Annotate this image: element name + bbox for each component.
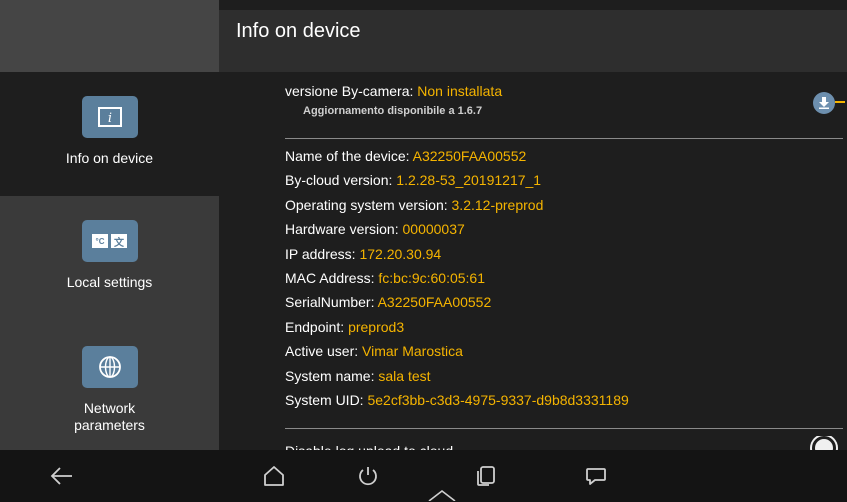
info-value: A32250FAA00552 [377,294,492,311]
info-label: By-cloud version: [285,172,397,189]
divider [285,428,843,429]
app-window: i Info on device °C 文 Local settings Net… [0,0,847,502]
info-label: System name: [285,367,379,384]
power-icon[interactable] [346,450,390,502]
navigation-bar [0,450,847,502]
page-title: Info on device [236,20,361,42]
info-row-active-user: Active user: Vimar Marostica [285,341,629,365]
info-row-device-name: Name of the device: A32250FAA00552 [285,146,629,170]
recents-icon[interactable] [464,450,508,502]
info-row-hardware-version: Hardware version: 00000037 [285,219,629,243]
download-accent [835,101,845,103]
info-row-mac-address: MAC Address: fc:bc:9c:60:05:61 [285,268,629,292]
sidebar-item-info-on-device[interactable]: i Info on device [0,72,219,196]
device-info-list: Name of the device: A32250FAA00552 By-cl… [285,146,629,414]
info-label: Endpoint: [285,318,349,335]
info-row-system-uid: System UID: 5e2cf3bb-c3d3-4975-9337-d9b8… [285,390,629,414]
info-row-bycloud-version: By-cloud version: 1.2.28-53_20191217_1 [285,170,629,194]
info-label: Operating system version: [285,196,452,213]
download-icon[interactable] [813,92,835,114]
update-status: versione By-camera: Non installata [285,83,502,99]
language-icon: °C 文 [81,220,138,262]
update-row: versione By-camera: Non installata Aggio… [285,83,502,117]
sidebar: i Info on device °C 文 Local settings Net… [0,0,219,450]
info-row-ip-address: IP address: 172.20.30.94 [285,244,629,268]
info-value: A32250FAA00552 [412,148,527,164]
info-label: System UID: [285,391,368,408]
sidebar-item-label: Info on device [65,150,154,166]
info-value: 172.20.30.94 [359,245,442,262]
info-row-serial-number: SerialNumber: A32250FAA00552 [285,292,629,316]
back-icon[interactable] [40,450,84,502]
info-value: 5e2cf3bb-c3d3-4975-9337-d9b8d3331189 [367,391,629,408]
info-value: 3.2.12-preprod [451,196,544,213]
chat-icon[interactable] [574,450,618,502]
info-label: Name of the device: [285,148,413,164]
chevron-up-icon[interactable] [424,488,460,502]
log-upload-toggle[interactable] [809,436,839,450]
info-label: SerialNumber: [285,294,378,311]
info-row-endpoint: Endpoint: preprod3 [285,317,629,341]
home-icon[interactable] [252,450,296,502]
info-icon: i [81,96,138,138]
info-value: fc:bc:9c:60:05:61 [378,269,486,286]
info-value: 00000037 [402,221,465,238]
update-notice: Aggiornamento disponibile a 1.6.7 [303,105,483,117]
info-value: preprod3 [348,318,405,335]
sidebar-header [0,0,219,72]
sidebar-item-network-parameters[interactable]: Network parameters [0,346,219,450]
sidebar-item-local-settings[interactable]: °C 文 Local settings [0,220,219,320]
update-label: versione By-camera: [285,83,418,99]
info-row-os-version: Operating system version: 3.2.12-preprod [285,195,629,219]
divider [285,138,843,139]
info-value: Vimar Marostica [362,343,463,360]
info-label: Active user: [285,343,363,360]
info-label: Hardware version: [285,221,403,238]
info-label: MAC Address: [285,269,379,286]
info-row-system-name: System name: sala test [285,366,629,390]
log-upload-label: Disable log upload to cloud [285,440,453,450]
update-value: Non installata [417,83,503,99]
info-value: 1.2.28-53_20191217_1 [396,172,542,189]
toggle-knob [812,436,836,450]
translate-glyph: 文 [111,234,127,249]
globe-icon [81,346,138,388]
info-label: IP address: [285,245,360,262]
sidebar-item-label: Network parameters [74,400,145,433]
celsius-glyph: °C [92,234,108,248]
sidebar-item-label: Local settings [66,274,153,290]
info-glyph: i [107,111,111,126]
main-panel: Info on device versione By-camera: Non i… [219,0,847,450]
info-value: sala test [378,367,431,384]
